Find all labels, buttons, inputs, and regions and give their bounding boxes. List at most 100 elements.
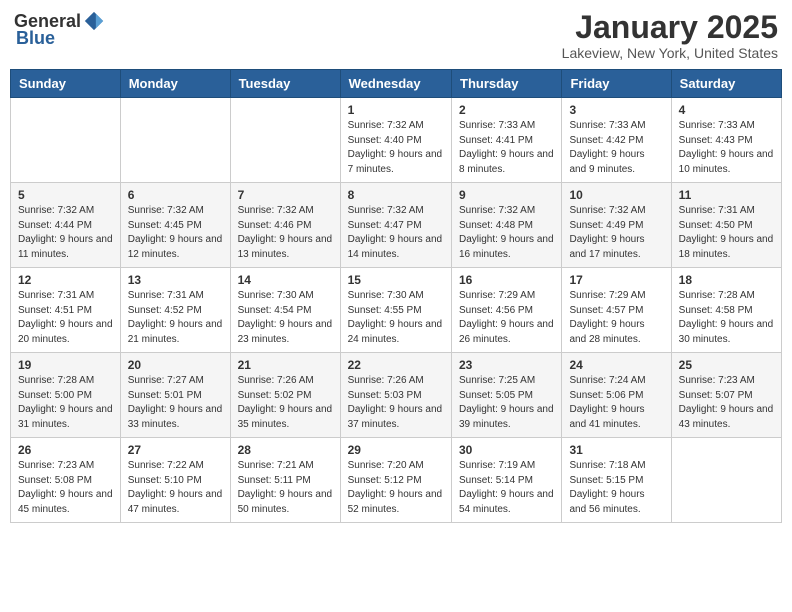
day-number: 10 [569,188,663,202]
day-info: Sunrise: 7:32 AM Sunset: 4:44 PM Dayligh… [18,204,113,262]
weekday-header-tuesday: Tuesday [230,70,340,98]
day-info: Sunrise: 7:33 AM Sunset: 4:42 PM Dayligh… [569,119,663,177]
calendar-cell: 15 Sunrise: 7:30 AM Sunset: 4:55 PM Dayli… [340,268,451,353]
day-number: 5 [18,188,113,202]
day-number: 16 [459,273,554,287]
weekday-header-monday: Monday [120,70,230,98]
calendar-cell: 4 Sunrise: 7:33 AM Sunset: 4:43 PM Daylig… [671,98,781,183]
day-info: Sunrise: 7:24 AM Sunset: 5:06 PM Dayligh… [569,374,663,432]
day-number: 11 [679,188,774,202]
day-info: Sunrise: 7:31 AM Sunset: 4:51 PM Dayligh… [18,289,113,347]
calendar-cell: 12 Sunrise: 7:31 AM Sunset: 4:51 PM Dayli… [11,268,121,353]
calendar-cell: 26 Sunrise: 7:23 AM Sunset: 5:08 PM Dayli… [11,438,121,523]
calendar-week-1: 1Sunrise: 7:32 AM Sunset: 4:40 PM Daylig… [11,98,782,183]
day-info: Sunrise: 7:26 AM Sunset: 5:03 PM Dayligh… [348,374,444,432]
day-info: Sunrise: 7:23 AM Sunset: 5:07 PM Dayligh… [679,374,774,432]
day-info: Sunrise: 7:28 AM Sunset: 4:58 PM Dayligh… [679,289,774,347]
day-info: Sunrise: 7:32 AM Sunset: 4:48 PM Dayligh… [459,204,554,262]
weekday-header-row: SundayMondayTuesdayWednesdayThursdayFrid… [11,70,782,98]
calendar-cell: 11 Sunrise: 7:31 AM Sunset: 4:50 PM Dayli… [671,183,781,268]
day-info: Sunrise: 7:18 AM Sunset: 5:15 PM Dayligh… [569,459,663,517]
title-block: January 2025 Lakeview, New York, United … [562,10,778,61]
calendar-cell [671,438,781,523]
calendar-cell: 27 Sunrise: 7:22 AM Sunset: 5:10 PM Dayli… [120,438,230,523]
calendar-cell: 1Sunrise: 7:32 AM Sunset: 4:40 PM Daylig… [340,98,451,183]
calendar-cell: 23Sunrise: 7:25 AM Sunset: 5:05 PM Dayli… [452,353,562,438]
calendar-cell: 8Sunrise: 7:32 AM Sunset: 4:47 PM Daylig… [340,183,451,268]
calendar-cell: 16Sunrise: 7:29 AM Sunset: 4:56 PM Dayli… [452,268,562,353]
day-number: 3 [569,103,663,117]
calendar-table: SundayMondayTuesdayWednesdayThursdayFrid… [10,69,782,523]
day-number: 9 [459,188,554,202]
day-info: Sunrise: 7:32 AM Sunset: 4:49 PM Dayligh… [569,204,663,262]
day-info: Sunrise: 7:28 AM Sunset: 5:00 PM Dayligh… [18,374,113,432]
calendar-week-4: 19 Sunrise: 7:28 AM Sunset: 5:00 PM Dayli… [11,353,782,438]
calendar-cell: 22 Sunrise: 7:26 AM Sunset: 5:03 PM Dayli… [340,353,451,438]
day-info: Sunrise: 7:26 AM Sunset: 5:02 PM Dayligh… [238,374,333,432]
day-number: 7 [238,188,333,202]
calendar-cell: 3 Sunrise: 7:33 AM Sunset: 4:42 PM Daylig… [562,98,671,183]
day-info: Sunrise: 7:25 AM Sunset: 5:05 PM Dayligh… [459,374,554,432]
day-number: 22 [348,358,444,372]
weekday-header-saturday: Saturday [671,70,781,98]
day-number: 27 [128,443,223,457]
calendar-cell: 18 Sunrise: 7:28 AM Sunset: 4:58 PM Dayli… [671,268,781,353]
calendar-cell: 10 Sunrise: 7:32 AM Sunset: 4:49 PM Dayli… [562,183,671,268]
day-number: 14 [238,273,333,287]
day-info: Sunrise: 7:30 AM Sunset: 4:54 PM Dayligh… [238,289,333,347]
day-info: Sunrise: 7:23 AM Sunset: 5:08 PM Dayligh… [18,459,113,517]
calendar-cell [11,98,121,183]
calendar-cell: 6Sunrise: 7:32 AM Sunset: 4:45 PM Daylig… [120,183,230,268]
day-number: 26 [18,443,113,457]
logo-icon [83,10,105,32]
calendar-cell [120,98,230,183]
day-info: Sunrise: 7:31 AM Sunset: 4:52 PM Dayligh… [128,289,223,347]
day-number: 15 [348,273,444,287]
calendar-cell: 5 Sunrise: 7:32 AM Sunset: 4:44 PM Daylig… [11,183,121,268]
calendar-cell: 30 Sunrise: 7:19 AM Sunset: 5:14 PM Dayli… [452,438,562,523]
calendar-cell: 31Sunrise: 7:18 AM Sunset: 5:15 PM Dayli… [562,438,671,523]
day-number: 25 [679,358,774,372]
day-info: Sunrise: 7:27 AM Sunset: 5:01 PM Dayligh… [128,374,223,432]
weekday-header-sunday: Sunday [11,70,121,98]
calendar-cell: 21Sunrise: 7:26 AM Sunset: 5:02 PM Dayli… [230,353,340,438]
day-number: 19 [18,358,113,372]
calendar-cell [230,98,340,183]
day-info: Sunrise: 7:22 AM Sunset: 5:10 PM Dayligh… [128,459,223,517]
day-info: Sunrise: 7:33 AM Sunset: 4:43 PM Dayligh… [679,119,774,177]
day-number: 28 [238,443,333,457]
weekday-header-friday: Friday [562,70,671,98]
day-number: 6 [128,188,223,202]
day-info: Sunrise: 7:30 AM Sunset: 4:55 PM Dayligh… [348,289,444,347]
day-number: 30 [459,443,554,457]
day-info: Sunrise: 7:32 AM Sunset: 4:46 PM Dayligh… [238,204,333,262]
weekday-header-thursday: Thursday [452,70,562,98]
calendar-cell: 9 Sunrise: 7:32 AM Sunset: 4:48 PM Daylig… [452,183,562,268]
calendar-cell: 14 Sunrise: 7:30 AM Sunset: 4:54 PM Dayli… [230,268,340,353]
calendar-cell: 29Sunrise: 7:20 AM Sunset: 5:12 PM Dayli… [340,438,451,523]
calendar-cell: 25 Sunrise: 7:23 AM Sunset: 5:07 PM Dayli… [671,353,781,438]
day-info: Sunrise: 7:31 AM Sunset: 4:50 PM Dayligh… [679,204,774,262]
page-header: General Blue January 2025 Lakeview, New … [10,10,782,61]
day-number: 2 [459,103,554,117]
calendar-week-3: 12 Sunrise: 7:31 AM Sunset: 4:51 PM Dayli… [11,268,782,353]
day-number: 1 [348,103,444,117]
day-info: Sunrise: 7:32 AM Sunset: 4:47 PM Dayligh… [348,204,444,262]
day-number: 18 [679,273,774,287]
calendar-cell: 28 Sunrise: 7:21 AM Sunset: 5:11 PM Dayli… [230,438,340,523]
day-number: 24 [569,358,663,372]
day-number: 12 [18,273,113,287]
logo: General Blue [14,10,105,49]
day-info: Sunrise: 7:19 AM Sunset: 5:14 PM Dayligh… [459,459,554,517]
calendar-cell: 7 Sunrise: 7:32 AM Sunset: 4:46 PM Daylig… [230,183,340,268]
weekday-header-wednesday: Wednesday [340,70,451,98]
day-info: Sunrise: 7:33 AM Sunset: 4:41 PM Dayligh… [459,119,554,177]
calendar-cell: 24 Sunrise: 7:24 AM Sunset: 5:06 PM Dayli… [562,353,671,438]
day-number: 4 [679,103,774,117]
month-title: January 2025 [562,10,778,45]
day-info: Sunrise: 7:21 AM Sunset: 5:11 PM Dayligh… [238,459,333,517]
day-number: 17 [569,273,663,287]
location: Lakeview, New York, United States [562,45,778,61]
calendar-cell: 17Sunrise: 7:29 AM Sunset: 4:57 PM Dayli… [562,268,671,353]
day-info: Sunrise: 7:20 AM Sunset: 5:12 PM Dayligh… [348,459,444,517]
